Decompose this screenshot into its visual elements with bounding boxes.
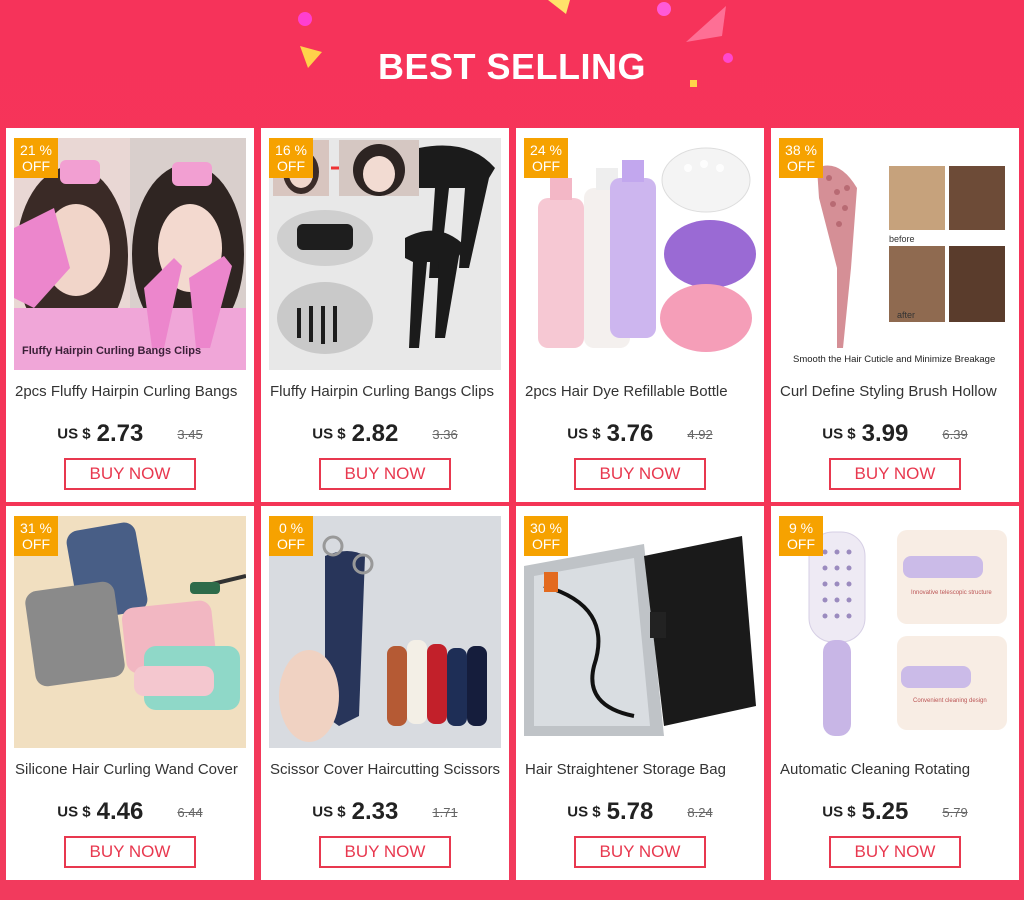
buy-now-button[interactable]: BUY NOW bbox=[829, 458, 961, 490]
price-row: US $ 4.46 6.44 bbox=[6, 798, 254, 826]
buy-now-button[interactable]: BUY NOW bbox=[829, 836, 961, 868]
discount-percent: 9 % bbox=[788, 520, 814, 536]
price-row: US $ 2.82 3.36 bbox=[261, 420, 509, 448]
header-banner: BEST SELLING bbox=[0, 0, 1024, 128]
product-grid: Fluffy Hairpin Curling Bangs Clips 21 % … bbox=[6, 128, 1020, 886]
discount-badge: 16 % OFF bbox=[269, 138, 313, 178]
price: 3.99 bbox=[861, 420, 909, 447]
discount-off-label: OFF bbox=[22, 158, 50, 174]
product-name[interactable]: 2pcs Fluffy Hairpin Curling Bangs bbox=[15, 383, 248, 400]
discount-badge: 21 % OFF bbox=[14, 138, 58, 178]
price: 5.25 bbox=[861, 798, 909, 825]
price-row: US $ 3.99 6.39 bbox=[771, 420, 1019, 448]
discount-percent: 38 % bbox=[785, 142, 817, 158]
discount-badge: 30 % OFF bbox=[524, 516, 568, 556]
old-price: 5.79 bbox=[942, 804, 968, 820]
price: 2.82 bbox=[351, 420, 399, 447]
confetti-dot-icon bbox=[657, 2, 671, 16]
discount-badge: 38 % OFF bbox=[779, 138, 823, 178]
product-name[interactable]: 2pcs Hair Dye Refillable Bottle bbox=[525, 383, 758, 400]
product-name[interactable]: Silicone Hair Curling Wand Cover bbox=[15, 761, 248, 778]
product-name[interactable]: Hair Straightener Storage Bag bbox=[525, 761, 758, 778]
price: 5.78 bbox=[606, 798, 654, 825]
old-price: 8.24 bbox=[687, 804, 713, 820]
product-card[interactable]: 24 % OFF 2pcs Hair Dye Refillable Bottle… bbox=[516, 128, 764, 502]
image-caption: Innovative telescopic structure bbox=[911, 590, 992, 596]
currency: US $ bbox=[822, 425, 856, 443]
old-price: 6.44 bbox=[177, 804, 203, 820]
product-card[interactable]: Innovative telescopic structure Convenie… bbox=[771, 506, 1019, 880]
buy-now-button[interactable]: BUY NOW bbox=[574, 836, 706, 868]
product-name[interactable]: Scissor Cover Haircutting Scissors bbox=[270, 761, 503, 778]
discount-percent: 30 % bbox=[530, 520, 562, 536]
product-card[interactable]: 16 % OFF Fluffy Hairpin Curling Bangs Cl… bbox=[261, 128, 509, 502]
buy-now-button[interactable]: BUY NOW bbox=[319, 458, 451, 490]
old-price: 1.71 bbox=[432, 804, 458, 820]
discount-percent: 16 % bbox=[275, 142, 307, 158]
buy-now-button[interactable]: BUY NOW bbox=[64, 458, 196, 490]
confetti-triangle-icon bbox=[686, 6, 726, 42]
currency: US $ bbox=[312, 425, 346, 443]
currency: US $ bbox=[312, 803, 346, 821]
section-title: BEST SELLING bbox=[377, 46, 647, 87]
currency: US $ bbox=[57, 803, 91, 821]
price: 4.46 bbox=[96, 798, 144, 825]
image-caption: Smooth the Hair Cuticle and Minimize Bre… bbox=[793, 354, 995, 365]
discount-percent: 24 % bbox=[530, 142, 562, 158]
old-price: 6.39 bbox=[942, 426, 968, 442]
discount-percent: 31 % bbox=[20, 520, 52, 536]
discount-off-label: OFF bbox=[277, 536, 305, 552]
discount-badge: 31 % OFF bbox=[14, 516, 58, 556]
product-card[interactable]: 30 % OFF Hair Straightener Storage Bag U… bbox=[516, 506, 764, 880]
confetti-triangle-icon bbox=[548, 0, 570, 14]
discount-off-label: OFF bbox=[22, 536, 50, 552]
price-row: US $ 5.78 8.24 bbox=[516, 798, 764, 826]
discount-off-label: OFF bbox=[532, 536, 560, 552]
image-caption-2: Convenient cleaning design bbox=[913, 698, 987, 704]
discount-badge: 0 % OFF bbox=[269, 516, 313, 556]
product-name[interactable]: Fluffy Hairpin Curling Bangs Clips bbox=[270, 383, 503, 400]
product-card[interactable]: 0 % OFF Scissor Cover Haircutting Scisso… bbox=[261, 506, 509, 880]
price-row: US $ 5.25 5.79 bbox=[771, 798, 1019, 826]
product-card[interactable]: Fluffy Hairpin Curling Bangs Clips 21 % … bbox=[6, 128, 254, 502]
currency: US $ bbox=[822, 803, 856, 821]
currency: US $ bbox=[567, 803, 601, 821]
product-name[interactable]: Curl Define Styling Brush Hollow bbox=[780, 383, 1013, 400]
product-name[interactable]: Automatic Cleaning Rotating bbox=[780, 761, 1013, 778]
currency: US $ bbox=[57, 425, 91, 443]
price: 2.33 bbox=[351, 798, 399, 825]
price-row: US $ 2.73 3.45 bbox=[6, 420, 254, 448]
price: 2.73 bbox=[96, 420, 144, 447]
buy-now-button[interactable]: BUY NOW bbox=[64, 836, 196, 868]
discount-off-label: OFF bbox=[787, 536, 815, 552]
image-after-label: after bbox=[897, 310, 915, 320]
discount-off-label: OFF bbox=[532, 158, 560, 174]
image-before-label: before bbox=[889, 234, 915, 244]
product-card[interactable]: 31 % OFF Silicone Hair Curling Wand Cove… bbox=[6, 506, 254, 880]
price: 3.76 bbox=[606, 420, 654, 447]
old-price: 3.45 bbox=[177, 426, 203, 442]
price-row: US $ 3.76 4.92 bbox=[516, 420, 764, 448]
old-price: 3.36 bbox=[432, 426, 458, 442]
discount-percent: 21 % bbox=[20, 142, 52, 158]
buy-now-button[interactable]: BUY NOW bbox=[574, 458, 706, 490]
discount-percent: 0 % bbox=[278, 520, 304, 536]
discount-badge: 9 % OFF bbox=[779, 516, 823, 556]
discount-off-label: OFF bbox=[787, 158, 815, 174]
buy-now-button[interactable]: BUY NOW bbox=[319, 836, 451, 868]
discount-off-label: OFF bbox=[277, 158, 305, 174]
image-caption: Fluffy Hairpin Curling Bangs Clips bbox=[22, 345, 201, 357]
old-price: 4.92 bbox=[687, 426, 713, 442]
discount-badge: 24 % OFF bbox=[524, 138, 568, 178]
currency: US $ bbox=[567, 425, 601, 443]
price-row: US $ 2.33 1.71 bbox=[261, 798, 509, 826]
confetti-dot-icon bbox=[298, 12, 312, 26]
product-card[interactable]: before after Smooth the Hair Cuticle and… bbox=[771, 128, 1019, 502]
